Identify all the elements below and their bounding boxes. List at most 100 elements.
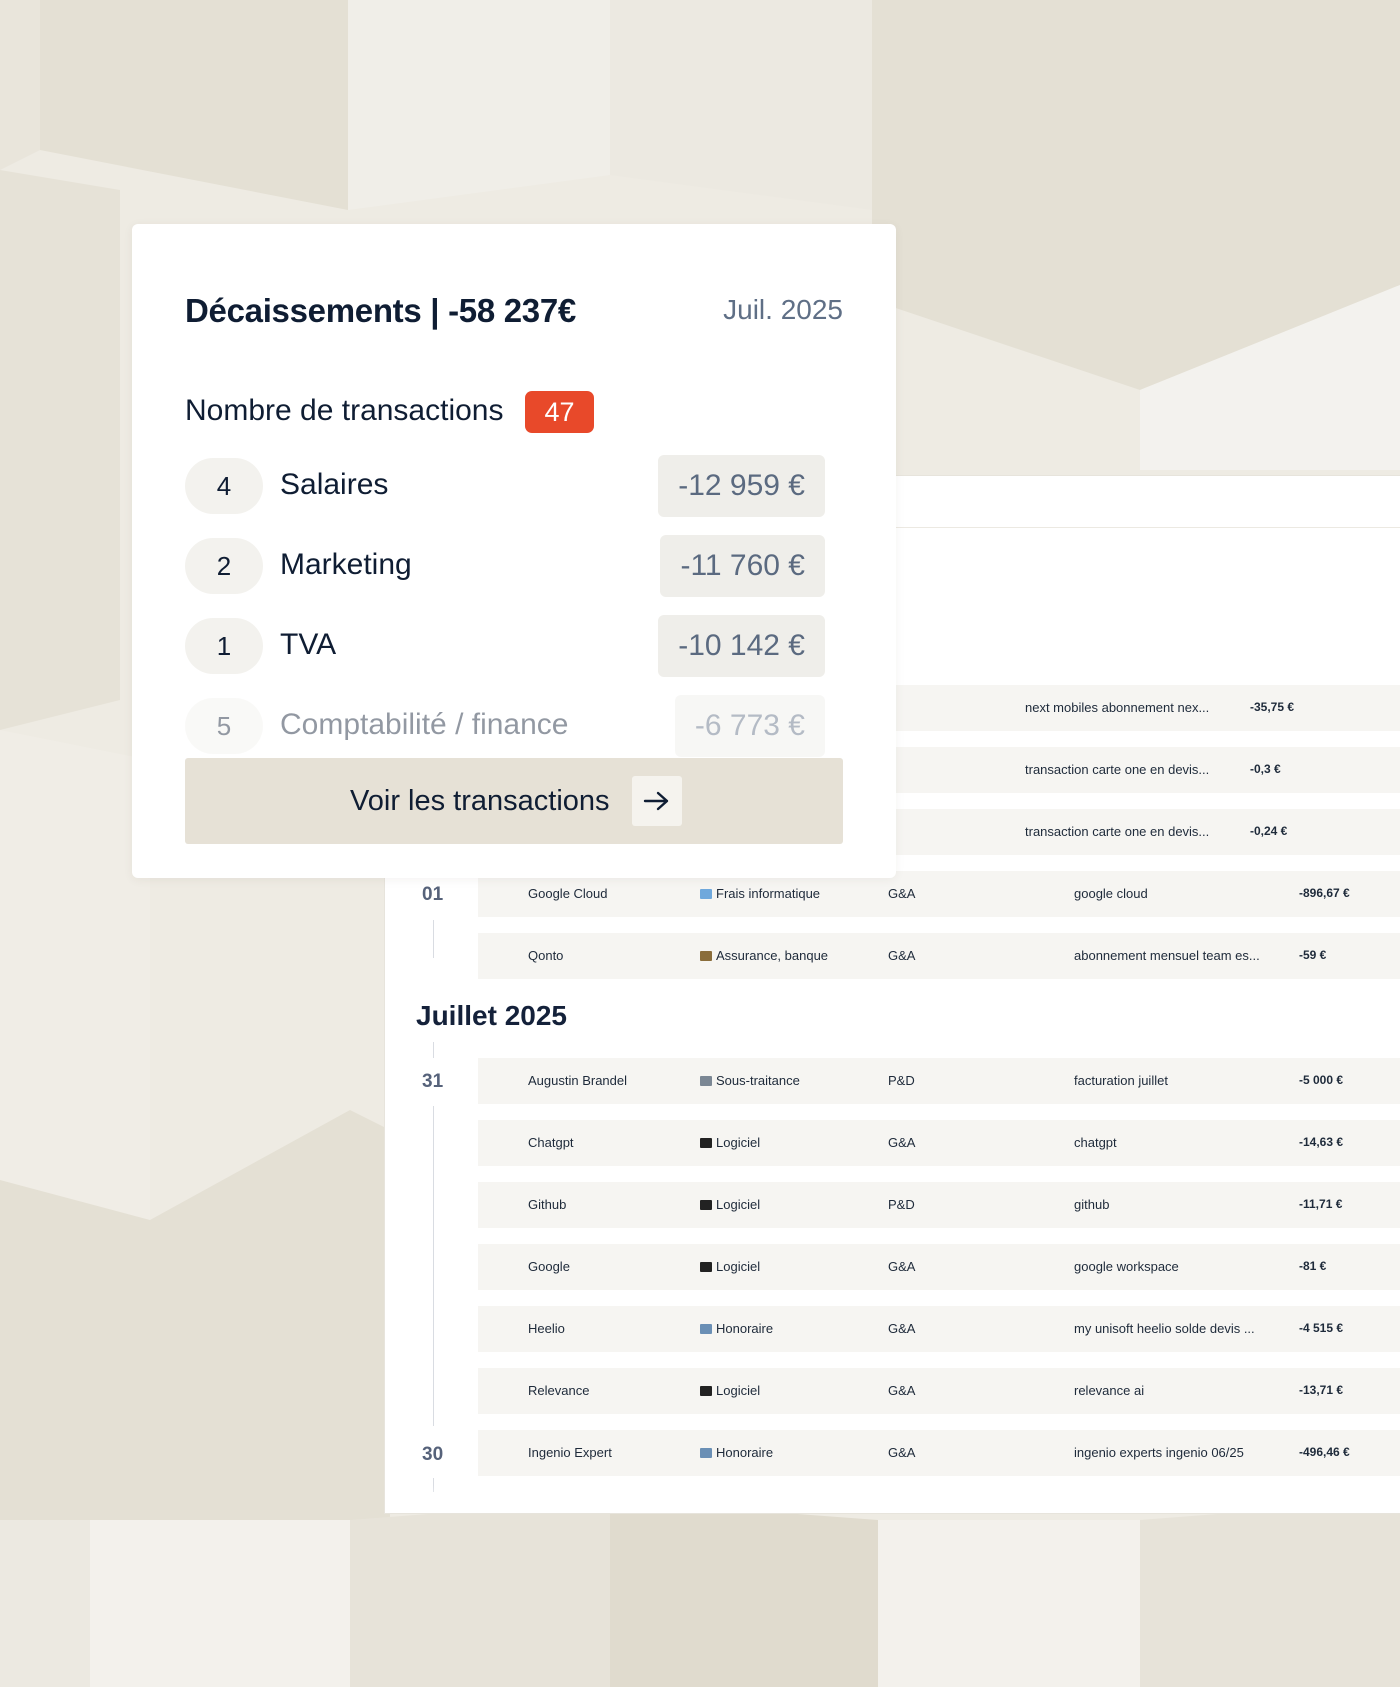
- category-name: Salaires: [280, 468, 389, 501]
- table-row[interactable]: G&Anext mobiles abonnement nex...-35,75 …: [839, 685, 1400, 731]
- category-label: Logiciel: [716, 1197, 761, 1212]
- category-cell: Frais informatique: [700, 886, 820, 901]
- amount-cell: -5 000 €: [1299, 1073, 1344, 1087]
- timeline-line: [433, 1042, 434, 1058]
- table-row[interactable]: Augustin Brandel Sous-traitance P&D factura…: [478, 1058, 1400, 1104]
- laptop-icon: [700, 1262, 712, 1272]
- disbursement-card: Décaissements | -58 237€ Juil. 2025 Nomb…: [132, 224, 896, 878]
- category-count: 2: [185, 538, 263, 594]
- table-row[interactable]: Heelio Honoraire G&A my unisoft heelio sold…: [478, 1306, 1400, 1352]
- panel-fade: [385, 1485, 1400, 1513]
- arrow-right-icon: [632, 776, 682, 826]
- amount-cell: -896,67 €: [1299, 886, 1350, 900]
- category-row-salaires[interactable]: 4 Salaires -12 959 €: [185, 455, 825, 517]
- category-label: Frais informatique: [716, 886, 821, 901]
- department-cell: P&D: [888, 1073, 915, 1088]
- description-cell: my unisoft heelio solde devis ...: [1074, 1321, 1255, 1336]
- money-icon: [700, 1448, 712, 1458]
- amount-cell: -11,71 €: [1299, 1197, 1343, 1211]
- description-cell: relevance ai: [1074, 1383, 1145, 1398]
- merchant-cell: Ingenio Expert: [528, 1445, 612, 1460]
- laptop-icon: [700, 1138, 712, 1148]
- merchant-cell: Qonto: [528, 948, 564, 963]
- view-transactions-button[interactable]: Voir les transactions: [185, 758, 843, 844]
- department-cell: G&A: [888, 886, 916, 901]
- category-name: Comptabilité / finance: [280, 708, 569, 741]
- department-cell: G&A: [888, 1383, 916, 1398]
- merchant-cell: Relevance: [528, 1383, 590, 1398]
- department-cell: P&D: [888, 1197, 915, 1212]
- laptop-icon: [700, 1200, 712, 1210]
- department-cell: G&A: [888, 1135, 916, 1150]
- category-row-marketing[interactable]: 2 Marketing -11 760 €: [185, 535, 825, 597]
- table-row[interactable]: Google Logiciel G&A google workspace -81 €: [478, 1244, 1400, 1290]
- table-row[interactable]: Qonto Assurance, banque G&A abonnement mens…: [478, 933, 1400, 979]
- category-label: Sous-traitance: [716, 1073, 800, 1088]
- transactions-count-badge: 47: [525, 391, 594, 433]
- merchant-cell: Chatgpt: [528, 1135, 574, 1150]
- category-label: Logiciel: [716, 1135, 761, 1150]
- category-amount: -11 760 €: [660, 535, 825, 597]
- merchant-cell: Google Cloud: [528, 886, 608, 901]
- period-label: Juil. 2025: [723, 294, 843, 325]
- department-cell: G&A: [888, 1259, 916, 1274]
- merchant-cell: Heelio: [528, 1321, 565, 1336]
- category-cell: Logiciel: [700, 1383, 760, 1398]
- description-cell: transaction carte one en devis...: [1025, 762, 1210, 777]
- category-cell: Sous-traitance: [700, 1073, 800, 1088]
- card-title: Décaissements | -58 237€: [185, 292, 576, 329]
- category-cell: Assurance, banque: [700, 948, 828, 963]
- category-label: Logiciel: [716, 1259, 761, 1274]
- merchant-cell: Augustin Brandel: [528, 1073, 628, 1088]
- amount-cell: -81 €: [1299, 1259, 1327, 1273]
- day-label: 30: [422, 1444, 444, 1465]
- category-amount: -12 959 €: [658, 455, 825, 517]
- globe-icon: [700, 889, 712, 899]
- timeline-line: [433, 1106, 434, 1426]
- description-cell: next mobiles abonnement nex...: [1025, 700, 1210, 715]
- department-cell: G&A: [888, 1321, 916, 1336]
- department-cell: G&A: [888, 948, 916, 963]
- category-count: 1: [185, 618, 263, 674]
- category-label: Honoraire: [716, 1321, 774, 1336]
- merchant-cell: Google: [528, 1259, 570, 1274]
- table-row[interactable]: G&Atransaction carte one en devis...-0,3…: [839, 747, 1400, 793]
- amount-cell: -4 515 €: [1299, 1321, 1344, 1335]
- month-title: Juillet 2025: [416, 1000, 567, 1031]
- table-row[interactable]: G&Atransaction carte one en devis...-0,2…: [839, 809, 1400, 855]
- category-cell: Logiciel: [700, 1135, 760, 1150]
- table-row[interactable]: Relevance Logiciel G&A relevance ai -13,71 €: [478, 1368, 1400, 1414]
- description-cell: google cloud: [1074, 886, 1148, 901]
- amount-cell: -35,75 €: [1250, 700, 1295, 714]
- building-icon: [700, 1076, 712, 1086]
- amount-cell: -0,24 €: [1250, 824, 1288, 838]
- category-cell: Logiciel: [700, 1259, 760, 1274]
- money-icon: [700, 1324, 712, 1334]
- table-row[interactable]: Ingenio Expert Honoraire G&A ingenio expert…: [478, 1430, 1400, 1476]
- category-cell: Honoraire: [700, 1321, 773, 1336]
- amount-cell: -13,71 €: [1299, 1383, 1344, 1397]
- amount-cell: -0,3 €: [1250, 762, 1281, 776]
- day-label: 01: [422, 884, 444, 905]
- laptop-icon: [700, 1386, 712, 1396]
- category-amount: -10 142 €: [658, 615, 825, 677]
- category-cell: Logiciel: [700, 1197, 760, 1212]
- table-row[interactable]: Github Logiciel P&D github -11,71 €: [478, 1182, 1400, 1228]
- amount-cell: -59 €: [1299, 948, 1327, 962]
- transactions-count-label: Nombre de transactions: [185, 394, 504, 427]
- description-cell: google workspace: [1074, 1259, 1179, 1274]
- category-count: 5: [185, 698, 263, 754]
- description-cell: github: [1074, 1197, 1110, 1212]
- category-row-tva[interactable]: 1 TVA -10 142 €: [185, 615, 825, 677]
- amount-cell: -496,46 €: [1299, 1445, 1350, 1459]
- description-cell: chatgpt: [1074, 1135, 1117, 1150]
- category-row-comptabilite[interactable]: 5 Comptabilité / finance -6 773 €: [185, 695, 825, 757]
- table-row[interactable]: Chatgpt Logiciel G&A chatgpt -14,63 €: [478, 1120, 1400, 1166]
- description-cell: ingenio experts ingenio 06/25: [1074, 1445, 1244, 1460]
- description-cell: abonnement mensuel team es...: [1074, 948, 1260, 963]
- timeline-line: [433, 920, 434, 958]
- category-label: Logiciel: [716, 1383, 761, 1398]
- category-label: Honoraire: [716, 1445, 774, 1460]
- description-cell: transaction carte one en devis...: [1025, 824, 1210, 839]
- view-transactions-label: Voir les transactions: [350, 785, 610, 817]
